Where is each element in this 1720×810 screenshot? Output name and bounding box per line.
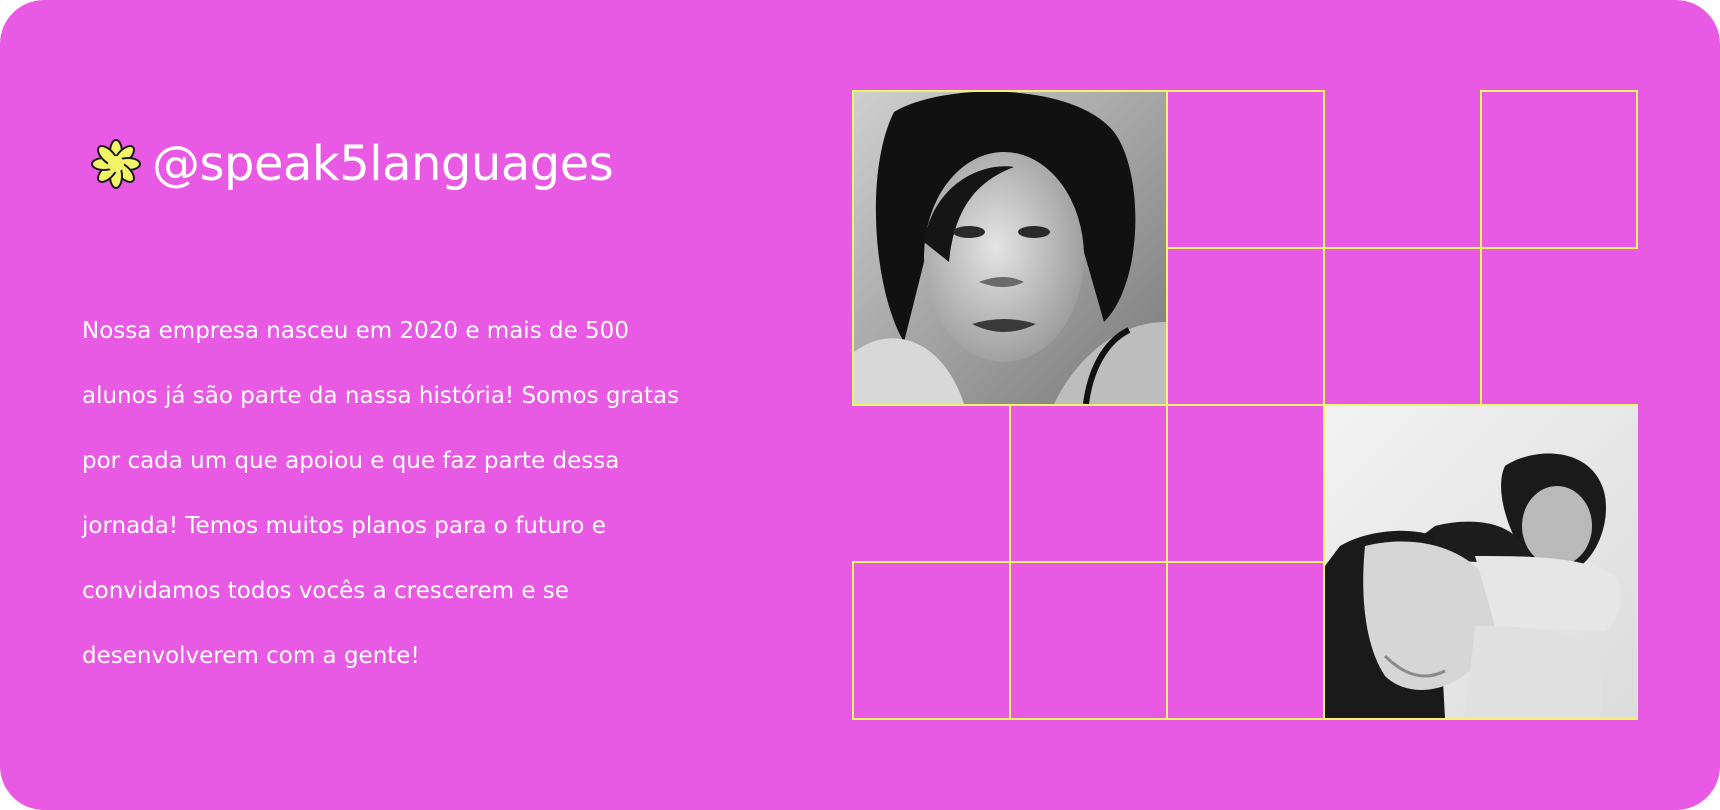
about-line: Nossa empresa nasceu em 2020 e mais de 5… xyxy=(82,318,629,344)
photo-grid xyxy=(852,90,1638,720)
brand-header: @speak5languages xyxy=(90,136,614,192)
promo-card: @speak5languages Nossa empresa nasceu em… xyxy=(0,0,1720,810)
photo-woman-portrait xyxy=(854,92,1166,404)
photo-woman-sitting xyxy=(1325,406,1637,718)
about-line: jornada! Temos muitos planos para o futu… xyxy=(82,513,606,539)
about-text: Nossa empresa nasceu em 2020 e mais de 5… xyxy=(82,306,762,696)
about-line: alunos já são parte da nassa história! S… xyxy=(82,383,680,409)
instagram-handle: @speak5languages xyxy=(152,136,614,192)
about-line: convidamos todos vocês a crescerem e se xyxy=(82,578,569,604)
asterisk-flower-icon xyxy=(91,139,141,189)
about-line: desenvolverem com a gente! xyxy=(82,643,420,669)
about-line: por cada um que apoiou e que faz parte d… xyxy=(82,448,620,474)
